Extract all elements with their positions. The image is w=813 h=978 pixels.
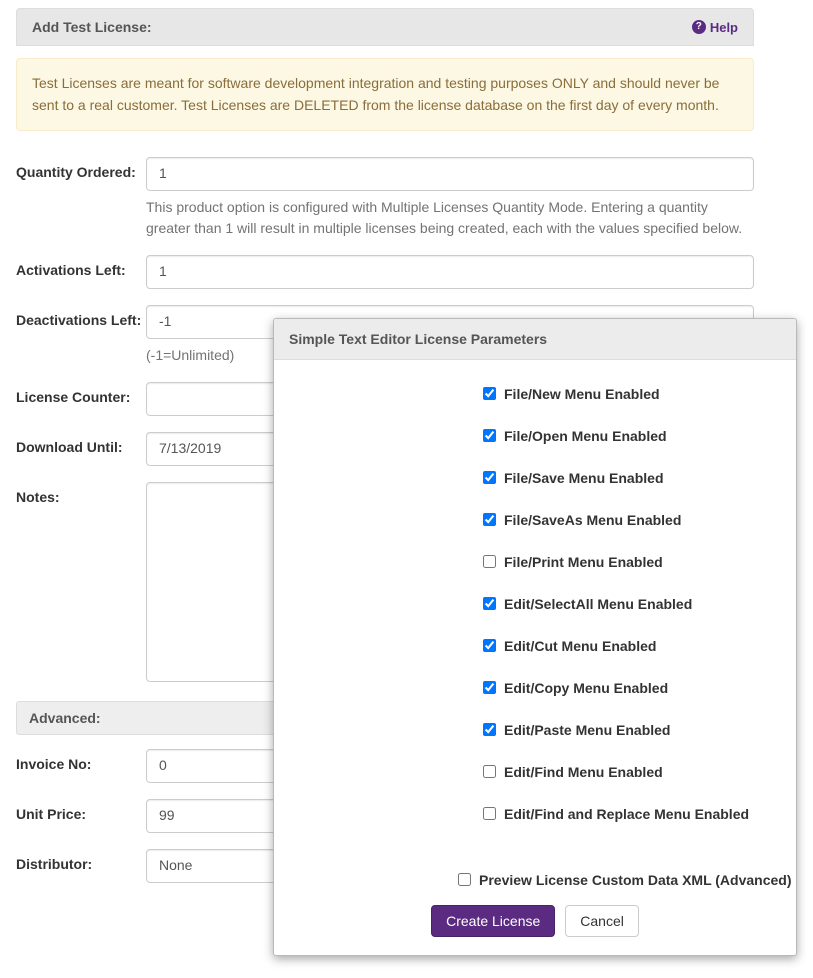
param-checkbox[interactable]	[483, 765, 496, 778]
param-label: Edit/Find and Replace Menu Enabled	[504, 806, 749, 822]
help-quantity-ordered: This product option is configured with M…	[146, 197, 754, 239]
input-activations-left[interactable]	[146, 255, 754, 289]
param-label: Edit/Cut Menu Enabled	[504, 638, 656, 654]
param-label: File/Open Menu Enabled	[504, 428, 667, 444]
param-label: Edit/Paste Menu Enabled	[504, 722, 670, 738]
label-distributor: Distributor:	[16, 849, 146, 873]
modal-footer: Create License Cancel	[274, 905, 796, 955]
param-row: File/Save Menu Enabled	[479, 468, 776, 487]
row-quantity-ordered: Quantity Ordered: This product option is…	[16, 157, 754, 239]
param-row: Edit/Find and Replace Menu Enabled	[479, 804, 776, 823]
label-invoice-no: Invoice No:	[16, 749, 146, 773]
help-icon: ?	[692, 20, 706, 34]
param-checkbox[interactable]	[483, 555, 496, 568]
param-checkbox[interactable]	[483, 387, 496, 400]
label-activations-left: Activations Left:	[16, 255, 146, 279]
param-row: Edit/Paste Menu Enabled	[479, 720, 776, 739]
row-activations-left: Activations Left:	[16, 255, 754, 289]
param-label: File/New Menu Enabled	[504, 386, 660, 402]
param-row: File/New Menu Enabled	[479, 384, 776, 403]
checkbox-preview-xml[interactable]	[458, 873, 471, 886]
help-label: Help	[710, 20, 738, 35]
param-row: File/Print Menu Enabled	[479, 552, 776, 571]
panel-header: Add Test License: ? Help	[16, 8, 754, 46]
param-label: Edit/SelectAll Menu Enabled	[504, 596, 692, 612]
param-row: Edit/Copy Menu Enabled	[479, 678, 776, 697]
warning-alert: Test Licenses are meant for software dev…	[16, 58, 754, 131]
app-window: Add Test License: ? Help Test Licenses a…	[0, 0, 813, 978]
param-checkbox[interactable]	[483, 639, 496, 652]
param-row: File/SaveAs Menu Enabled	[479, 510, 776, 529]
label-unit-price: Unit Price:	[16, 799, 146, 823]
row-preview-xml: Preview License Custom Data XML (Advance…	[454, 870, 796, 889]
param-checkbox[interactable]	[483, 429, 496, 442]
cancel-button[interactable]: Cancel	[565, 905, 639, 937]
param-checkbox[interactable]	[483, 681, 496, 694]
param-row: Edit/Find Menu Enabled	[479, 762, 776, 781]
param-label: File/SaveAs Menu Enabled	[504, 512, 681, 528]
param-checkbox[interactable]	[483, 513, 496, 526]
label-notes: Notes:	[16, 482, 146, 506]
input-quantity-ordered[interactable]	[146, 157, 754, 191]
label-license-counter: License Counter:	[16, 382, 146, 406]
label-quantity-ordered: Quantity Ordered:	[16, 157, 146, 181]
param-label: File/Print Menu Enabled	[504, 554, 663, 570]
param-label: File/Save Menu Enabled	[504, 470, 664, 486]
label-download-until: Download Until:	[16, 432, 146, 456]
param-checkbox[interactable]	[483, 807, 496, 820]
param-label: Edit/Find Menu Enabled	[504, 764, 663, 780]
param-label: Edit/Copy Menu Enabled	[504, 680, 668, 696]
param-row: Edit/Cut Menu Enabled	[479, 636, 776, 655]
modal-body: File/New Menu Enabled File/Open Menu Enab…	[274, 360, 796, 854]
param-row: Edit/SelectAll Menu Enabled	[479, 594, 776, 613]
label-deactivations-left: Deactivations Left:	[16, 305, 146, 329]
param-checkbox[interactable]	[483, 471, 496, 484]
license-params-modal: Simple Text Editor License Parameters Fi…	[273, 318, 797, 956]
help-link[interactable]: ? Help	[692, 20, 738, 35]
create-license-button[interactable]: Create License	[431, 905, 555, 937]
modal-title: Simple Text Editor License Parameters	[274, 319, 796, 360]
param-checkbox[interactable]	[483, 597, 496, 610]
param-checkbox[interactable]	[483, 723, 496, 736]
param-row: File/Open Menu Enabled	[479, 426, 776, 445]
label-preview-xml: Preview License Custom Data XML (Advance…	[479, 872, 792, 888]
panel-title: Add Test License:	[32, 19, 152, 35]
